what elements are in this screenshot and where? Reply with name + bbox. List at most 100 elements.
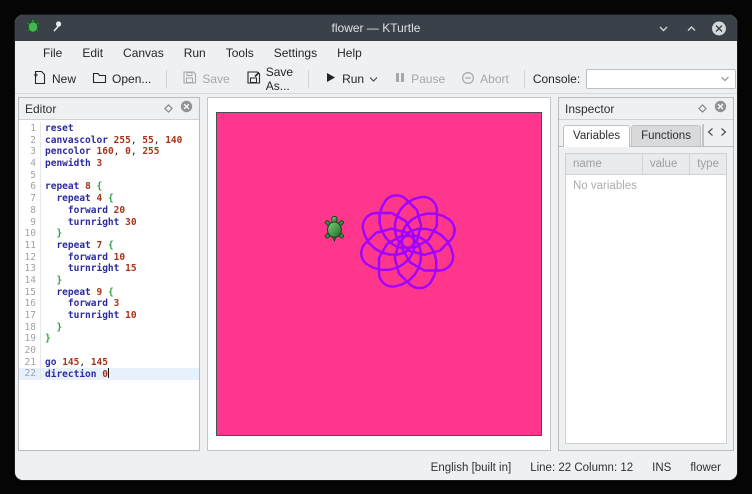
code-line-22[interactable]: 22direction 0: [19, 368, 199, 380]
save-as-button-label: Save As...: [266, 65, 293, 93]
run-dropdown-chevron-icon[interactable]: [369, 72, 378, 86]
code-line-6[interactable]: 6repeat 8 {: [19, 181, 199, 193]
menu-edit[interactable]: Edit: [72, 43, 113, 63]
code-editor[interactable]: 1reset2canvascolor 255, 55, 1403pencolor…: [19, 120, 199, 450]
code-line-14[interactable]: 14 }: [19, 275, 199, 287]
inspector-panel: Inspector VariablesFunctions: [558, 97, 734, 451]
new-button[interactable]: New: [25, 67, 83, 91]
code-text: }: [41, 322, 62, 334]
code-text: go 145, 145: [41, 357, 108, 369]
editor-close-icon[interactable]: [180, 100, 193, 118]
editor-panel: Editor 1reset2canvascolor 255, 55, 1403p…: [18, 97, 200, 451]
line-number: 6: [19, 181, 41, 193]
new-button-label: New: [52, 72, 76, 86]
abort-icon: [461, 71, 475, 88]
code-line-21[interactable]: 21go 145, 145: [19, 357, 199, 369]
line-number: 13: [19, 263, 41, 275]
maximize-button[interactable]: [683, 20, 699, 36]
code-line-12[interactable]: 12 forward 10: [19, 252, 199, 264]
run-play-icon: [324, 71, 337, 87]
abort-button[interactable]: Abort: [454, 68, 516, 91]
code-text: forward 10: [41, 252, 125, 264]
code-text: forward 3: [41, 298, 119, 310]
code-text: }: [41, 275, 62, 287]
column-header-type: type: [690, 154, 726, 174]
pin-icon[interactable]: [50, 19, 64, 38]
close-button[interactable]: [711, 20, 727, 36]
code-line-5[interactable]: 5: [19, 170, 199, 182]
code-line-16[interactable]: 16 forward 3: [19, 298, 199, 310]
toolbar-separator: [524, 70, 525, 88]
code-text: forward 20: [41, 205, 125, 217]
save-button-label: Save: [202, 72, 229, 86]
menu-canvas[interactable]: Canvas: [113, 43, 174, 63]
code-text: repeat 9 {: [41, 287, 114, 299]
line-number: 18: [19, 322, 41, 334]
open-button-label: Open...: [112, 72, 151, 86]
code-line-3[interactable]: 3pencolor 160, 0, 255: [19, 146, 199, 158]
combo-chevron-down-icon[interactable]: [720, 70, 730, 88]
code-text: pencolor 160, 0, 255: [41, 146, 159, 158]
code-line-4[interactable]: 4penwidth 3: [19, 158, 199, 170]
code-text: [41, 345, 45, 357]
code-line-1[interactable]: 1reset: [19, 123, 199, 135]
tab-variables[interactable]: Variables: [563, 125, 630, 147]
inspector-close-icon[interactable]: [714, 100, 727, 118]
code-line-19[interactable]: 19}: [19, 333, 199, 345]
window-title: flower — KTurtle: [15, 21, 737, 35]
column-header-value: value: [643, 154, 690, 174]
menu-help[interactable]: Help: [327, 43, 372, 63]
code-text: repeat 7 {: [41, 240, 114, 252]
code-line-20[interactable]: 20: [19, 345, 199, 357]
code-line-17[interactable]: 17 turnright 10: [19, 310, 199, 322]
tabs-scroll-left-icon[interactable]: [707, 124, 714, 142]
code-text: repeat 8 {: [41, 181, 102, 193]
menu-run[interactable]: Run: [174, 43, 216, 63]
code-text: [41, 170, 45, 182]
tab-functions[interactable]: Functions: [631, 125, 701, 146]
code-line-8[interactable]: 8 forward 20: [19, 205, 199, 217]
line-number: 17: [19, 310, 41, 322]
turtle-canvas: [216, 112, 542, 436]
line-number: 2: [19, 135, 41, 147]
status-item-1: Line: 22 Column: 12: [530, 462, 633, 474]
variables-table: namevaluetype No variables: [565, 153, 727, 444]
line-number: 8: [19, 205, 41, 217]
tab-stub[interactable]: [702, 124, 704, 146]
code-line-7[interactable]: 7 repeat 4 {: [19, 193, 199, 205]
line-number: 15: [19, 287, 41, 299]
code-line-18[interactable]: 18 }: [19, 322, 199, 334]
code-line-11[interactable]: 11 repeat 7 {: [19, 240, 199, 252]
code-text: penwidth 3: [41, 158, 102, 170]
open-button[interactable]: Open...: [85, 67, 158, 91]
menu-file[interactable]: File: [33, 43, 72, 63]
inspector-float-icon[interactable]: [698, 100, 707, 118]
minimize-button[interactable]: [655, 20, 671, 36]
menu-settings[interactable]: Settings: [264, 43, 327, 63]
inspector-panel-header: Inspector: [559, 98, 733, 120]
line-number: 19: [19, 333, 41, 345]
save-as-button[interactable]: Save As...: [239, 62, 300, 96]
menu-tools[interactable]: Tools: [216, 43, 264, 63]
editor-float-icon[interactable]: [164, 100, 173, 118]
run-button[interactable]: Run: [317, 68, 385, 90]
code-line-15[interactable]: 15 repeat 9 {: [19, 287, 199, 299]
code-text: reset: [41, 123, 74, 135]
pause-button[interactable]: Pause: [387, 68, 452, 90]
toolbar-separator: [166, 70, 167, 88]
menubar: FileEditCanvasRunToolsSettingsHelp: [15, 41, 737, 65]
line-number: 7: [19, 193, 41, 205]
tabs-scroll-right-icon[interactable]: [720, 124, 727, 142]
line-number: 21: [19, 357, 41, 369]
save-button[interactable]: Save: [175, 67, 236, 91]
editor-panel-header: Editor: [19, 98, 199, 120]
console-input[interactable]: [586, 69, 736, 89]
code-line-2[interactable]: 2canvascolor 255, 55, 140: [19, 135, 199, 147]
code-line-9[interactable]: 9 turnright 30: [19, 217, 199, 229]
code-line-10[interactable]: 10 }: [19, 228, 199, 240]
line-number: 11: [19, 240, 41, 252]
main-area: Editor 1reset2canvascolor 255, 55, 1403p…: [15, 94, 737, 456]
new-file-icon: [32, 70, 47, 88]
toolbar-separator: [308, 70, 309, 88]
code-line-13[interactable]: 13 turnright 15: [19, 263, 199, 275]
